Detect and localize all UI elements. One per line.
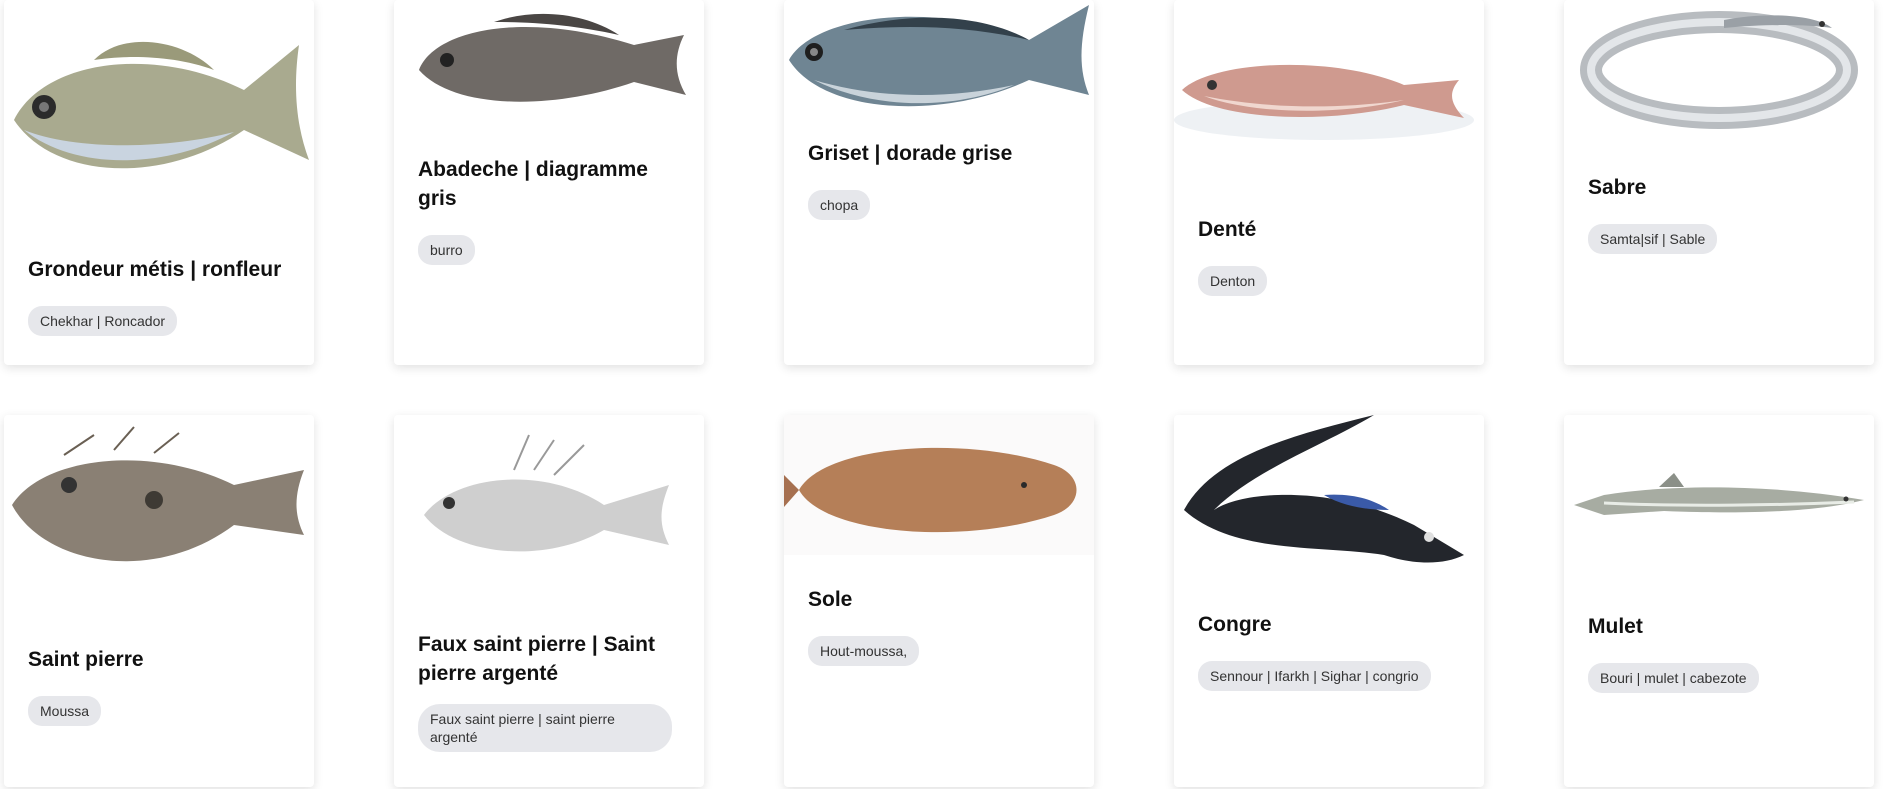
fish-image (4, 0, 314, 195)
card-tag: Moussa (28, 696, 102, 726)
card-tag: Faux saint pierre | saint pierre argenté (418, 704, 672, 752)
card-tag: Hout-moussa, (808, 636, 920, 666)
card-title: Sabre (1588, 176, 1647, 199)
card-title: Denté (1198, 218, 1257, 241)
fish-card[interactable]: Congre Sennour | Ifarkh | Sighar | congr… (1174, 415, 1484, 787)
fish-card[interactable]: Mulet Bouri | mulet | cabezote (1564, 415, 1874, 787)
fish-card-grid: Grondeur métis | ronfleur Chekhar | Ronc… (0, 0, 1884, 789)
card-title: Mulet (1588, 615, 1643, 638)
card-tag: chopa (808, 190, 871, 220)
card-tag: Samta|sif | Sable (1588, 224, 1718, 254)
fish-image (784, 415, 1094, 555)
fish-card[interactable]: Grondeur métis | ronfleur Chekhar | Ronc… (4, 0, 314, 365)
card-tag: Bouri | mulet | cabezote (1588, 663, 1759, 693)
fish-card[interactable]: Sabre Samta|sif | Sable (1564, 0, 1874, 365)
card-title: Saint pierre (28, 648, 144, 671)
fish-image (1564, 0, 1874, 165)
card-tag: Sennour | Ifarkh | Sighar | congrio (1198, 661, 1431, 691)
fish-card[interactable]: Saint pierre Moussa (4, 415, 314, 787)
fish-card[interactable]: Denté Denton (1174, 0, 1484, 365)
card-title: Abadeche | diagramme gris (418, 158, 648, 210)
fish-image (1174, 415, 1484, 585)
fish-image (1174, 0, 1484, 205)
card-title: Congre (1198, 613, 1272, 636)
fish-card[interactable]: Faux saint pierre | Saint pierre argenté… (394, 415, 704, 787)
fish-image (394, 415, 704, 600)
fish-image (1564, 415, 1874, 590)
card-tag: burro (418, 235, 475, 265)
card-title: Griset | dorade grise (808, 142, 1013, 165)
fish-image (784, 0, 1094, 125)
card-title: Grondeur métis | ronfleur (28, 258, 282, 281)
fish-card[interactable]: Abadeche | diagramme gris burro (394, 0, 704, 365)
card-title: Faux saint pierre | Saint pierre argenté (418, 633, 655, 685)
card-tag: Denton (1198, 266, 1268, 296)
fish-card[interactable]: Sole Hout-moussa, (784, 415, 1094, 787)
fish-image (394, 0, 704, 125)
card-title: Sole (808, 588, 853, 611)
card-tag: Chekhar | Roncador (28, 306, 178, 336)
fish-image (4, 415, 314, 605)
fish-card[interactable]: Griset | dorade grise chopa (784, 0, 1094, 365)
